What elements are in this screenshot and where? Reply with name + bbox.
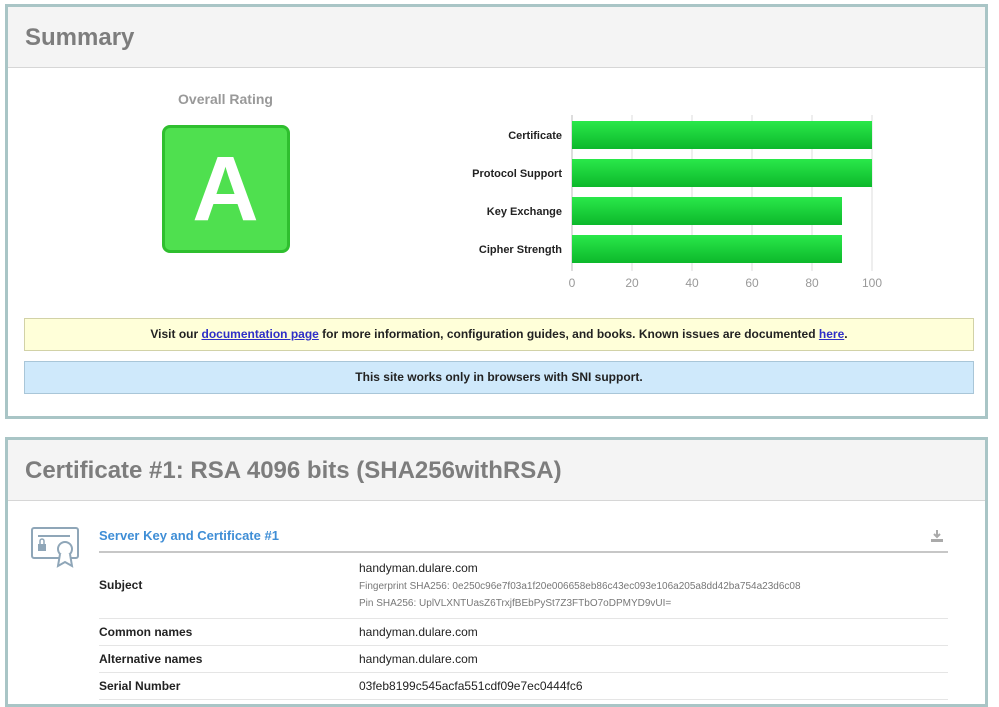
- alternative-names-value: handyman.dulare.com: [359, 645, 948, 673]
- x-tick-label: 20: [625, 276, 639, 290]
- server-key-section-title: Server Key and Certificate #1: [99, 526, 948, 553]
- x-tick-label: 40: [685, 276, 699, 290]
- category-label: Certificate: [508, 130, 562, 142]
- certificate-icon: [31, 527, 79, 568]
- bar-protocol-support: [572, 159, 872, 187]
- table-row-subject: Subject handyman.dulare.com Fingerprint …: [99, 552, 948, 619]
- table-row-common-names: Common names handyman.dulare.com: [99, 618, 948, 646]
- server-key-section-label: Server Key and Certificate #1: [99, 528, 279, 543]
- common-names-key: Common names: [99, 618, 359, 646]
- x-tick-label: 80: [805, 276, 819, 290]
- documentation-page-link[interactable]: documentation page: [202, 327, 319, 341]
- grade-badge: A: [161, 125, 290, 253]
- common-names-value: handyman.dulare.com: [359, 618, 948, 646]
- x-tick-label: 60: [745, 276, 759, 290]
- certificate-title: Certificate #1: RSA 4096 bits (SHA256wit…: [25, 457, 562, 484]
- doc-notice-suffix: .: [844, 327, 848, 341]
- bar-certificate: [572, 121, 872, 149]
- certificate-details-table: Subject handyman.dulare.com Fingerprint …: [99, 552, 948, 700]
- doc-notice-prefix: Visit our: [150, 327, 202, 341]
- overall-rating-label: Overall Rating: [178, 91, 273, 107]
- subject-key: Subject: [99, 552, 359, 619]
- doc-notice-middle: for more information, configuration guid…: [318, 327, 819, 341]
- subject-value: handyman.dulare.com: [359, 561, 478, 575]
- table-row-alternative-names: Alternative names handyman.dulare.com: [99, 645, 948, 673]
- subject-fingerprint: Fingerprint SHA256: 0e250c96e7f03a1f20e0…: [359, 581, 801, 592]
- overall-rating: Overall Rating A: [138, 91, 313, 253]
- documentation-notice: Visit our documentation page for more in…: [24, 318, 974, 351]
- known-issues-link[interactable]: here: [819, 327, 844, 341]
- summary-panel: Summary Overall Rating A Certificate Prot…: [5, 4, 988, 419]
- alternative-names-key: Alternative names: [99, 645, 359, 673]
- x-tick-label: 100: [862, 276, 882, 290]
- serial-number-key: Serial Number: [99, 672, 359, 700]
- bar-key-exchange: [572, 197, 842, 225]
- subject-value-cell: handyman.dulare.com Fingerprint SHA256: …: [359, 552, 948, 619]
- certificate-header: Certificate #1: RSA 4096 bits (SHA256wit…: [8, 440, 985, 501]
- x-tick-label: 0: [569, 276, 576, 290]
- category-label: Cipher Strength: [479, 244, 562, 256]
- certificate-panel: Certificate #1: RSA 4096 bits (SHA256wit…: [5, 437, 988, 707]
- sni-notice: This site works only in browsers with SN…: [24, 361, 974, 394]
- serial-number-value: 03feb8199c545acfa551cdf09e7ec0444fc6: [359, 672, 948, 700]
- table-row-serial-number: Serial Number 03feb8199c545acfa551cdf09e…: [99, 672, 948, 700]
- download-icon[interactable]: [930, 529, 944, 543]
- bar-cipher-strength: [572, 235, 842, 263]
- summary-title: Summary: [25, 24, 135, 51]
- summary-header: Summary: [8, 7, 985, 68]
- subject-pin: Pin SHA256: UplVLXNTUasZ6TrxjfBEbPySt7Z3…: [359, 598, 672, 609]
- category-label: Key Exchange: [487, 206, 562, 218]
- category-label: Protocol Support: [472, 168, 562, 180]
- rating-bar-chart: Certificate Protocol Support Key Exchange C…: [472, 115, 882, 290]
